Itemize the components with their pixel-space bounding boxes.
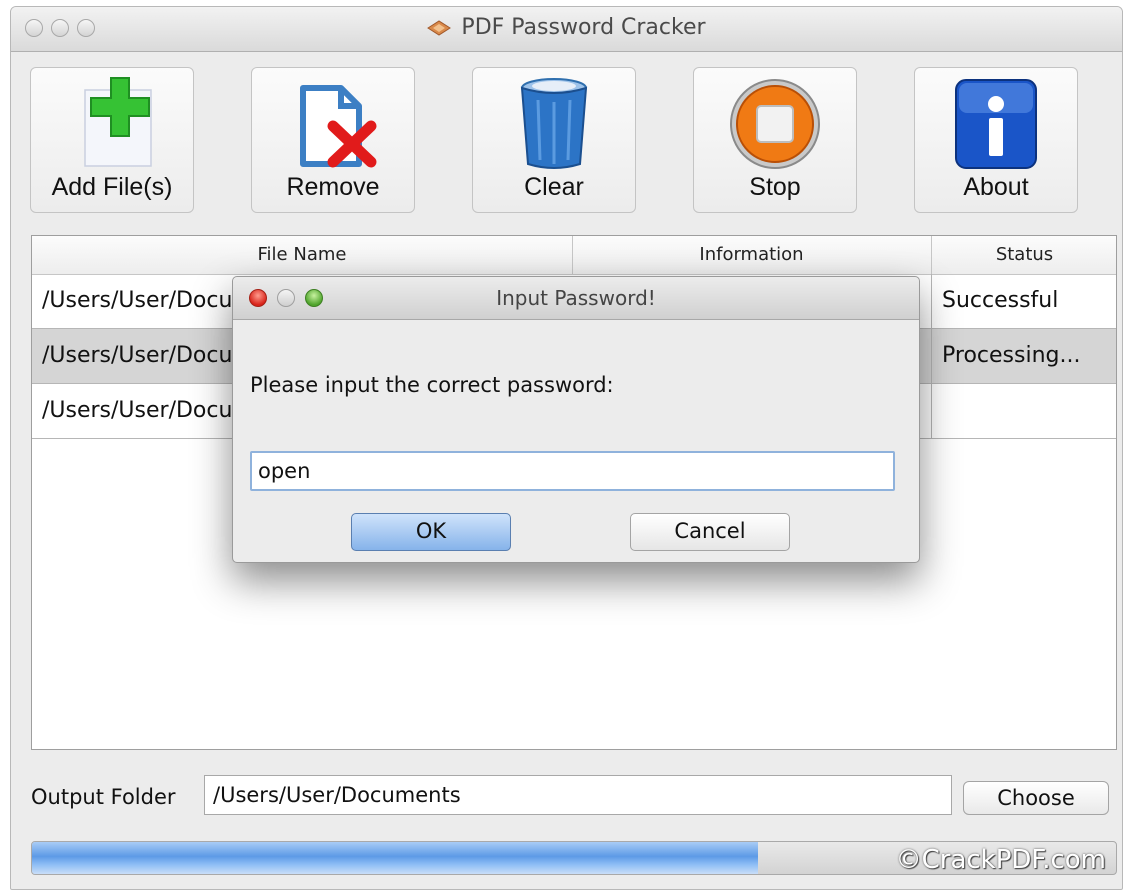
stop-button[interactable]: Stop — [693, 67, 857, 213]
title-bar: PDF Password Cracker — [11, 7, 1122, 52]
add-files-button[interactable]: Add File(s) — [30, 67, 194, 213]
column-header-information[interactable]: Information — [572, 236, 932, 274]
add-file-icon — [31, 76, 193, 172]
output-folder-field[interactable]: /Users/User/Documents — [204, 775, 952, 815]
progress-fill — [32, 842, 759, 874]
about-button[interactable]: About — [914, 67, 1078, 213]
password-prompt: Please input the correct password: — [250, 373, 614, 397]
status-cell — [942, 384, 1112, 438]
about-label: About — [963, 173, 1029, 201]
main-window: PDF Password Cracker Add File(s) Remove — [10, 6, 1123, 890]
window-title-wrap: PDF Password Cracker — [11, 15, 1122, 40]
stop-icon — [694, 76, 856, 172]
stop-label: Stop — [749, 173, 801, 201]
watermark: ©CrackPDF.com — [895, 845, 1106, 875]
choose-button[interactable]: Choose — [963, 781, 1109, 815]
remove-button[interactable]: Remove — [251, 67, 415, 213]
dialog-title: Input Password! — [496, 286, 656, 310]
status-cell: Successful — [942, 288, 1059, 313]
window-title: PDF Password Cracker — [461, 15, 706, 40]
pdf-logo-icon — [427, 20, 452, 36]
clear-button[interactable]: Clear — [472, 67, 636, 213]
password-dialog: Input Password! Please input the correct… — [232, 276, 920, 563]
column-divider — [931, 274, 932, 439]
info-icon — [915, 76, 1077, 172]
remove-label: Remove — [286, 173, 380, 201]
table-header: File Name Information Status — [32, 236, 1116, 275]
password-input[interactable] — [250, 451, 895, 491]
trash-icon — [473, 76, 635, 172]
cancel-button[interactable]: Cancel — [630, 513, 790, 551]
column-header-status[interactable]: Status — [932, 236, 1117, 274]
clear-label: Clear — [524, 173, 584, 201]
remove-file-icon — [252, 76, 414, 172]
output-folder-label: Output Folder — [31, 785, 176, 809]
dialog-title-bar: Input Password! — [233, 277, 919, 320]
ok-button[interactable]: OK — [351, 513, 511, 551]
column-header-file-name[interactable]: File Name — [32, 236, 573, 274]
add-files-label: Add File(s) — [51, 173, 173, 201]
status-cell: Processing... — [942, 343, 1081, 368]
